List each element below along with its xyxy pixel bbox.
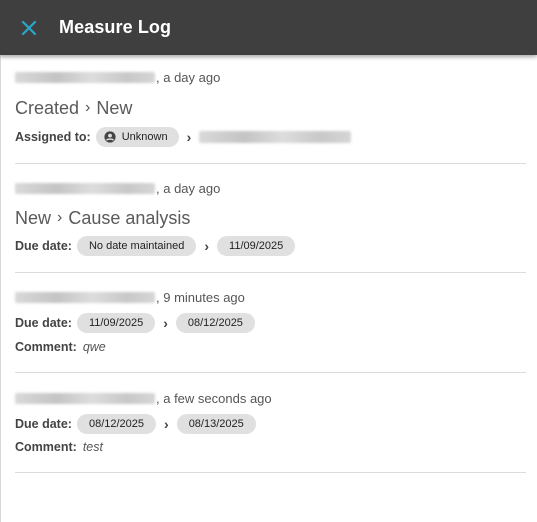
status-to: Cause analysis (68, 207, 191, 228)
entry-time: , 9 minutes ago (156, 289, 245, 305)
comment-label: Comment: (15, 340, 77, 354)
entry-meta: , a day ago (15, 179, 220, 197)
entry-meta: , a day ago (15, 68, 220, 86)
redacted-user-name (15, 291, 155, 303)
close-icon (21, 20, 37, 35)
panel-border (0, 55, 1, 522)
field-change: Due date: 08/12/2025 › 08/13/2025 (15, 412, 256, 436)
log-entry: , a day ago New › Cause analysis Due dat… (15, 164, 526, 273)
chevron-right-icon: › (164, 416, 169, 432)
title-bar: Measure Log (0, 0, 537, 55)
entry-meta: , a few seconds ago (15, 389, 272, 407)
field-label: Assigned to: (15, 130, 91, 144)
comment-label: Comment: (15, 440, 77, 454)
value-chip: 08/13/2025 (176, 414, 256, 434)
field-change: Due date: No date maintained › 11/09/202… (15, 234, 296, 258)
page-title: Measure Log (59, 17, 172, 37)
comment-row: Comment: test (15, 435, 103, 459)
comment-text: test (82, 440, 103, 454)
comment-row: Comment: qwe (15, 335, 106, 359)
close-button[interactable] (0, 0, 59, 55)
value-chip: 11/09/2025 (76, 313, 156, 333)
log-entry: , 9 minutes ago Due date: 11/09/2025 › 0… (15, 273, 526, 373)
redacted-user-name (15, 71, 155, 83)
status-from: Created (15, 97, 80, 118)
value-chip: 08/12/2025 (175, 313, 255, 333)
chevron-right-icon: › (57, 209, 63, 226)
status-from: New (15, 207, 52, 228)
field-label: Due date: (15, 239, 72, 253)
field-change: Assigned to: Unknown › (15, 125, 352, 149)
field-label: Due date: (15, 316, 72, 330)
redacted-user-name (15, 392, 155, 404)
redacted-assignee (199, 131, 352, 143)
value-chip: No date maintained (76, 236, 197, 256)
user-circle-icon (104, 131, 116, 143)
chevron-right-icon: › (186, 129, 192, 145)
status-to: New (96, 97, 133, 118)
log-entry: , a few seconds ago Due date: 08/12/2025… (15, 373, 526, 473)
value-chip: Unknown (95, 127, 179, 147)
redacted-user-name (15, 182, 155, 194)
field-change: Due date: 11/09/2025 › 08/12/2025 (15, 311, 255, 335)
value-chip: 11/09/2025 (217, 236, 296, 256)
status-change: New › Cause analysis (15, 206, 190, 230)
field-label: Due date: (15, 417, 72, 431)
status-change: Created › New (15, 96, 132, 120)
value-chip: 08/12/2025 (76, 414, 157, 434)
entry-time: , a few seconds ago (156, 390, 272, 406)
entry-time: , a day ago (156, 69, 221, 85)
chevron-right-icon: › (163, 315, 168, 331)
log-entry: , a day ago Created › New Assigned to: U… (15, 55, 526, 164)
log-list: , a day ago Created › New Assigned to: U… (15, 55, 526, 473)
chip-label: Unknown (121, 131, 168, 143)
entry-meta: , 9 minutes ago (15, 288, 245, 306)
chevron-right-icon: › (85, 99, 91, 116)
chevron-right-icon: › (204, 238, 210, 254)
entry-time: , a day ago (156, 180, 221, 196)
comment-text: qwe (82, 340, 106, 354)
